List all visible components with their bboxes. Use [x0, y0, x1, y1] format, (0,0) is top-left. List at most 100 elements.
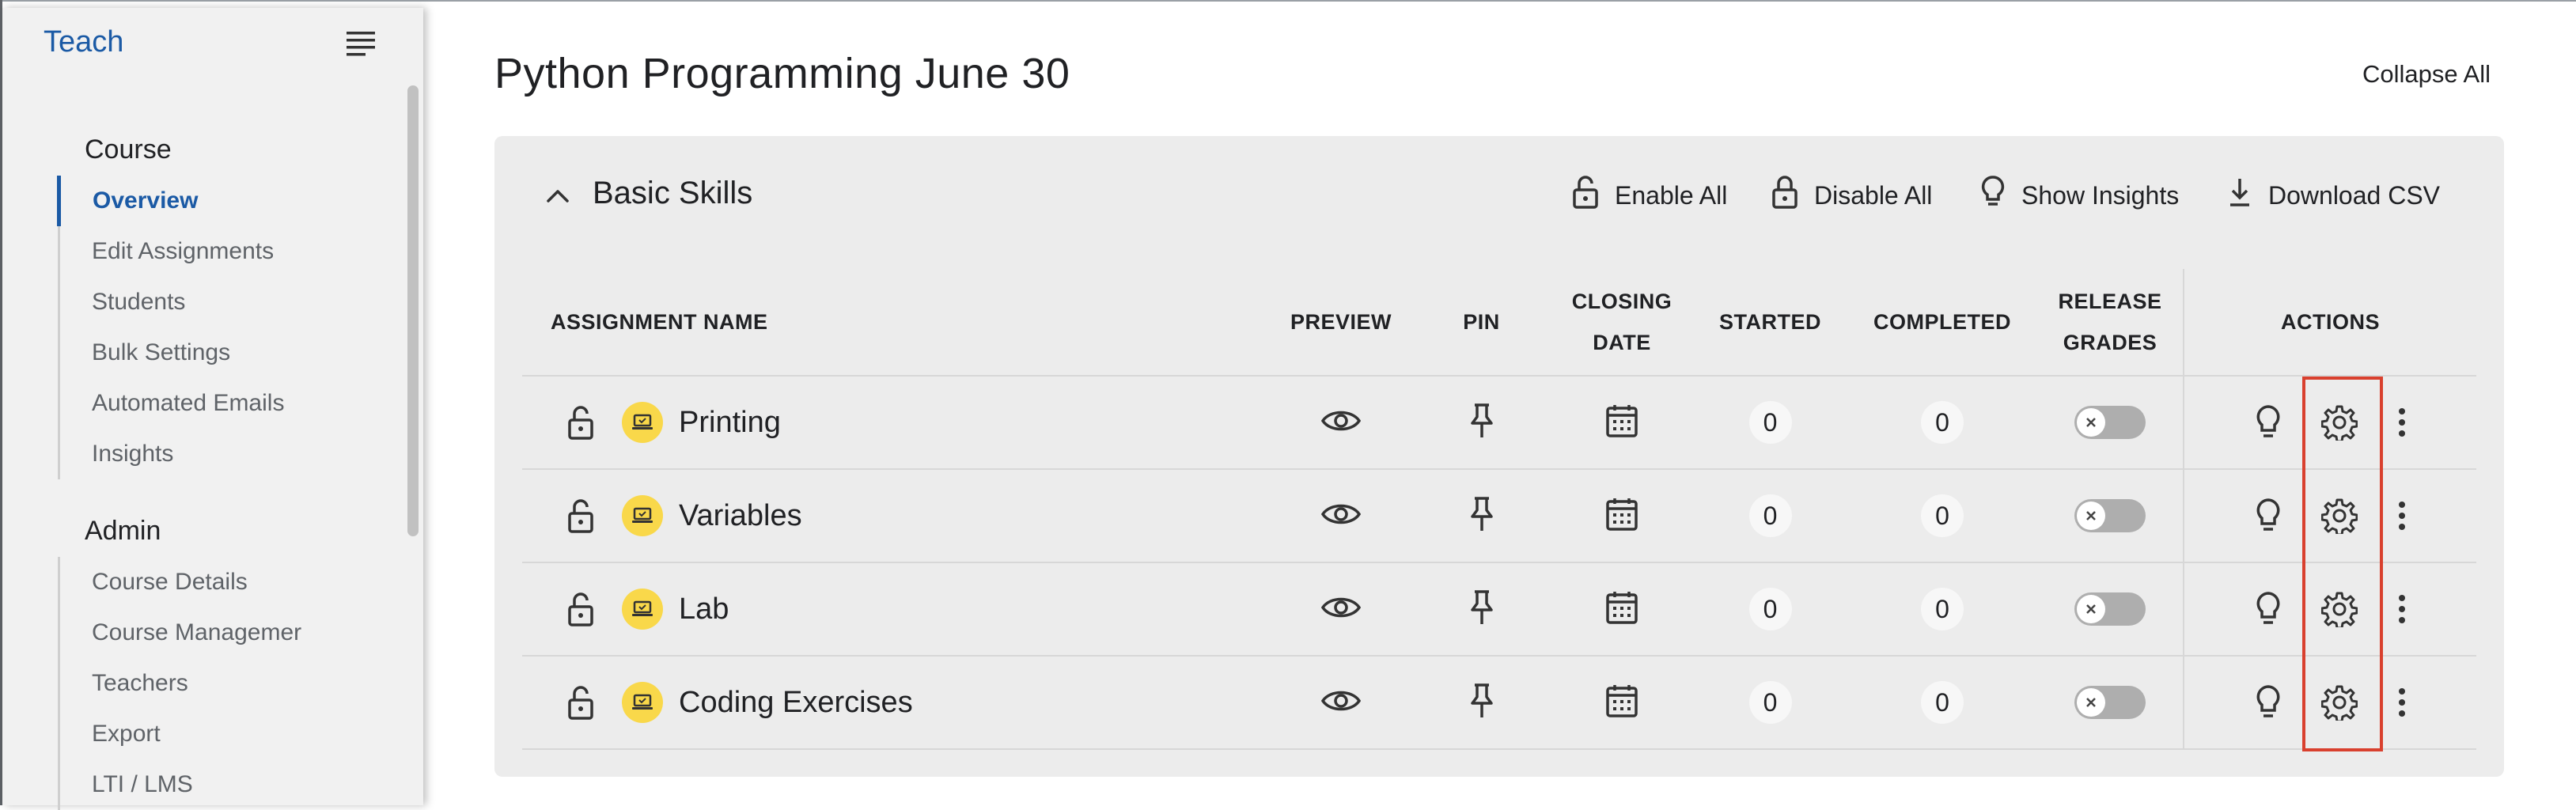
calendar-icon[interactable]: [1605, 497, 1638, 532]
sidebar-item-course-managemer[interactable]: Course Managemer: [60, 608, 321, 658]
close-icon: [2077, 408, 2105, 437]
admin-section-title: Admin: [85, 516, 161, 546]
menu-button[interactable]: [343, 27, 379, 63]
page-title: Python Programming June 30: [494, 50, 1070, 97]
pin-icon[interactable]: [1468, 496, 1495, 532]
header-completed: COMPLETED: [1873, 310, 2011, 334]
chevron-up-icon: [546, 188, 570, 208]
sidebar-item-overview[interactable]: Overview: [57, 176, 284, 226]
completed-count: 0: [1921, 401, 1964, 444]
sidebar-scrollbar[interactable]: [407, 85, 419, 536]
header-release-grades-line1: RELEASE: [2058, 290, 2162, 313]
close-icon: [2077, 688, 2105, 717]
assignment-name[interactable]: Lab: [679, 592, 729, 626]
pin-icon[interactable]: [1468, 683, 1495, 719]
lightbulb-icon[interactable]: [2255, 591, 2282, 627]
enable-all-label: Enable All: [1615, 180, 1728, 210]
assignment-name[interactable]: Printing: [679, 406, 781, 440]
completed-count: 0: [1921, 681, 1964, 724]
closing-date-cell: [1551, 655, 1693, 750]
laptop-icon: [622, 589, 663, 630]
laptop-icon: [622, 495, 663, 536]
lightbulb-icon[interactable]: [2255, 498, 2282, 534]
gear-icon[interactable]: [2320, 684, 2358, 721]
sidebar-item-students[interactable]: Students: [60, 277, 284, 327]
started-cell: 0: [1693, 375, 1847, 469]
eye-icon[interactable]: [1320, 407, 1362, 434]
completed-cell: 0: [1847, 468, 2037, 562]
release-grades-cell: [2037, 562, 2184, 656]
sidebar-item-insights[interactable]: Insights: [60, 429, 284, 479]
table-row: Coding Exercises 0 0: [522, 655, 2476, 750]
started-cell: 0: [1693, 562, 1847, 656]
sidebar-item-lti-lms[interactable]: LTI / LMS: [60, 759, 321, 810]
started-count: 0: [1748, 681, 1792, 724]
header-assignment-name[interactable]: ASSIGNMENT NAME: [522, 269, 1270, 376]
lock-icon: [1771, 175, 1798, 216]
pin-icon[interactable]: [1468, 589, 1495, 626]
show-insights-button[interactable]: Show Insights: [1980, 176, 2179, 215]
assignment-name-cell: Printing: [522, 375, 1270, 469]
started-count: 0: [1748, 588, 1792, 630]
table-header-row: ASSIGNMENT NAME PREVIEW PIN CLOSING DATE …: [522, 269, 2476, 376]
gear-icon[interactable]: [2320, 591, 2358, 627]
disable-all-label: Disable All: [1814, 180, 1933, 210]
actions-cell: [2183, 562, 2476, 656]
preview-cell: [1270, 655, 1412, 750]
pin-icon[interactable]: [1468, 403, 1495, 439]
brand-title[interactable]: Teach: [44, 25, 123, 59]
lightbulb-icon: [1980, 175, 2006, 216]
sidebar-item-export[interactable]: Export: [60, 709, 321, 759]
header-actions: ACTIONS: [2183, 269, 2476, 376]
lock-open-icon[interactable]: [563, 498, 598, 534]
sidebar-item-edit-assignments[interactable]: Edit Assignments: [60, 226, 284, 277]
lock-open-icon[interactable]: [563, 591, 598, 627]
calendar-icon[interactable]: [1605, 403, 1638, 438]
show-insights-label: Show Insights: [2021, 180, 2180, 210]
release-grades-cell: [2037, 375, 2184, 469]
close-icon: [2077, 595, 2105, 623]
table-row: Lab 0 0: [522, 562, 2476, 656]
release-grades-toggle[interactable]: [2074, 499, 2146, 532]
lightbulb-icon[interactable]: [2255, 404, 2282, 441]
eye-icon[interactable]: [1320, 501, 1362, 528]
disable-all-button[interactable]: Disable All: [1771, 176, 1932, 215]
started-count: 0: [1748, 401, 1792, 444]
lock-open-icon[interactable]: [563, 404, 598, 441]
pin-cell: [1412, 655, 1551, 750]
calendar-icon[interactable]: [1605, 683, 1638, 718]
admin-nav: Course Details Course Managemer Teachers Ex…: [58, 557, 321, 810]
section-collapse-toggle[interactable]: [542, 182, 574, 214]
release-grades-toggle[interactable]: [2074, 406, 2146, 439]
lock-open-icon[interactable]: [563, 684, 598, 721]
gear-icon[interactable]: [2320, 404, 2358, 441]
lightbulb-icon[interactable]: [2255, 684, 2282, 721]
gear-icon[interactable]: [2320, 498, 2358, 534]
more-vertical-icon[interactable]: [2397, 687, 2407, 718]
eye-icon[interactable]: [1320, 594, 1362, 621]
section-title: Basic Skills: [593, 176, 753, 210]
release-grades-toggle[interactable]: [2074, 686, 2146, 719]
preview-cell: [1270, 562, 1412, 656]
more-vertical-icon[interactable]: [2397, 407, 2407, 438]
calendar-icon[interactable]: [1605, 590, 1638, 625]
release-grades-cell: [2037, 468, 2184, 562]
header-started: STARTED: [1719, 310, 1821, 334]
more-vertical-icon[interactable]: [2397, 500, 2407, 532]
more-vertical-icon[interactable]: [2397, 593, 2407, 625]
release-grades-toggle[interactable]: [2074, 592, 2146, 626]
enable-all-button[interactable]: Enable All: [1572, 176, 1727, 215]
assignment-name[interactable]: Variables: [679, 499, 802, 533]
header-pin: PIN: [1463, 310, 1500, 334]
sidebar-item-course-details[interactable]: Course Details: [60, 557, 321, 608]
completed-cell: 0: [1847, 562, 2037, 656]
eye-icon[interactable]: [1320, 687, 1362, 714]
collapse-all-button[interactable]: Collapse All: [2362, 60, 2491, 89]
completed-cell: 0: [1847, 655, 2037, 750]
assignment-name[interactable]: Coding Exercises: [679, 686, 913, 720]
sidebar-item-bulk-settings[interactable]: Bulk Settings: [60, 327, 284, 378]
download-csv-button[interactable]: Download CSV: [2227, 176, 2440, 215]
header-closing-date: CLOSING DATE: [1551, 269, 1693, 376]
sidebar-item-teachers[interactable]: Teachers: [60, 658, 321, 709]
sidebar-item-automated-emails[interactable]: Automated Emails: [60, 378, 284, 429]
